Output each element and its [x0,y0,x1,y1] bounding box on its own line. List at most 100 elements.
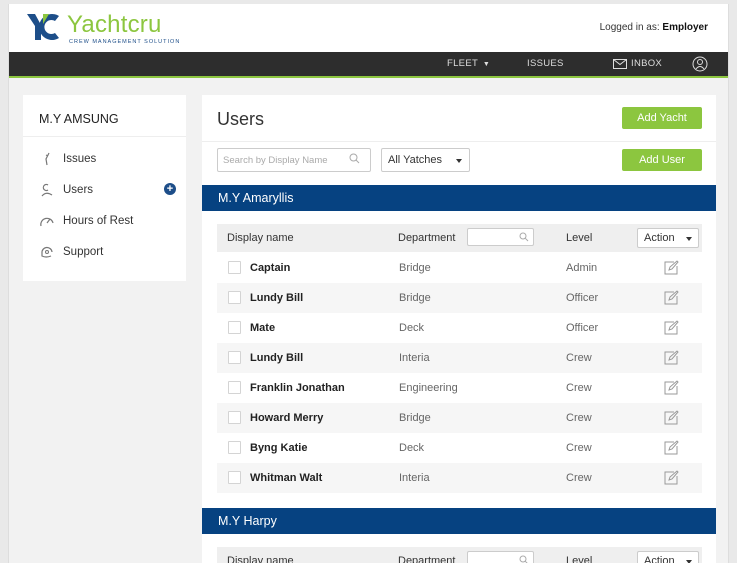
cell-level: Officer [566,322,599,334]
cell-display-name: Captain [250,262,291,274]
chevron-down-icon [686,237,692,241]
caret-down-icon: ▼ [482,61,491,68]
nav-fleet-label: FLEET [447,58,478,69]
user-circle-icon [692,56,708,72]
cell-level: Crew [566,352,592,364]
sidebar-item-users[interactable]: Users + [23,174,186,205]
cell-display-name: Lundy Bill [250,352,304,364]
row-checkbox[interactable] [228,321,241,334]
add-user-button[interactable]: Add User [622,149,702,171]
sidebar: M.Y AMSUNG Issues Users + Hours of Rest [23,95,186,281]
edit-icon[interactable] [663,380,679,396]
login-user: Employer [662,22,708,33]
nav-fleet[interactable]: FLEET ▼ [447,52,490,76]
row-checkbox[interactable] [228,351,241,364]
action-select-label: Action [644,232,675,244]
search-icon [519,232,529,242]
edit-icon[interactable] [663,440,679,456]
column-level: Level [566,232,593,244]
sidebar-item-label: Support [63,245,104,258]
cell-department: Bridge [399,292,431,304]
cell-level: Crew [566,382,592,394]
table-row: Lundy Bill Interia Crew [217,343,702,373]
nav-inbox[interactable]: INBOX [613,52,662,76]
row-checkbox[interactable] [228,381,241,394]
nav-inbox-label: INBOX [631,58,663,69]
headset-icon [37,244,57,260]
cell-display-name: Franklin Jonathan [250,382,345,394]
chevron-down-icon [456,159,462,163]
table-row: Whitman Walt Interia Crew [217,463,702,493]
yacht-filter-select[interactable]: All Yatches [381,148,470,172]
top-nav: FLEET ▼ ISSUES INBOX [9,52,728,78]
brand-logo[interactable]: Yachtcru CREW MANAGEMENT SOLUTION [25,12,180,45]
column-level: Level [566,555,593,563]
cell-display-name: Mate [250,322,276,334]
brand-tagline: CREW MANAGEMENT SOLUTION [69,39,181,45]
login-prefix: Logged in as: [599,22,660,33]
row-checkbox[interactable] [228,291,241,304]
edit-icon[interactable] [663,320,679,336]
cell-department: Bridge [399,412,431,424]
yacht-section-header: M.Y Harpy [202,508,716,534]
sidebar-item-label: Issues [63,152,97,165]
cell-display-name: Lundy Bill [250,292,304,304]
table-row: Byng Katie Deck Crew [217,433,702,463]
login-status: Logged in as: Employer [600,22,708,33]
add-user-plus-icon[interactable]: + [164,183,176,195]
search-icon [519,555,528,563]
row-checkbox[interactable] [228,261,241,274]
edit-icon[interactable] [663,410,679,426]
cell-display-name: Howard Merry [250,412,324,424]
cell-department: Interia [399,352,430,364]
edit-icon[interactable] [663,260,679,276]
table-row: Franklin Jonathan Engineering Crew [217,373,702,403]
main-panel: Users Add Yacht All Yatches Add User M.Y… [202,95,716,563]
column-department: Department [398,232,456,244]
cell-level: Crew [566,472,592,484]
nav-user[interactable] [692,56,708,72]
cell-department: Interia [399,472,430,484]
cell-department: Bridge [399,262,431,274]
sidebar-item-hours-of-rest[interactable]: Hours of Rest [23,205,186,236]
table-row: Mate Deck Officer [217,313,702,343]
divider [202,141,716,142]
sidebar-item-support[interactable]: Support [23,236,186,267]
table-row: Lundy Bill Bridge Officer [217,283,702,313]
table-row: Captain Bridge Admin [217,253,702,283]
user-icon [37,182,57,198]
row-checkbox[interactable] [228,441,241,454]
column-display-name: Display name [227,232,294,244]
sidebar-item-label: Users [63,183,94,196]
department-filter-input[interactable] [467,228,534,246]
row-checkbox[interactable] [228,411,241,424]
action-select[interactable]: Action [637,228,699,248]
column-department: Department [398,555,456,563]
cell-department: Engineering [399,382,458,394]
cell-department: Deck [399,322,425,334]
wrench-icon [37,151,57,167]
edit-icon[interactable] [663,350,679,366]
search-icon [349,153,360,164]
yc-logo-icon [27,14,59,40]
table-header: Display name Department Level Action [217,224,702,252]
column-display-name: Display name [227,555,294,563]
action-select[interactable]: Action [637,551,699,563]
gauge-icon [37,213,57,229]
department-filter-input[interactable] [467,551,534,563]
brand-name: Yachtcru [67,11,162,38]
nav-issues[interactable]: ISSUES [527,52,564,76]
cell-level: Officer [566,292,599,304]
sidebar-item-issues[interactable]: Issues [23,143,186,174]
edit-icon[interactable] [663,290,679,306]
users-table: Captain Bridge Admin Lundy Bill Bridge O… [217,253,702,493]
edit-icon[interactable] [663,470,679,486]
cell-department: Deck [399,442,425,454]
envelope-icon [613,59,627,69]
row-checkbox[interactable] [228,471,241,484]
yacht-filter-value: All Yatches [388,154,443,166]
search-input[interactable] [217,148,371,172]
add-yacht-button[interactable]: Add Yacht [622,107,702,129]
cell-level: Crew [566,412,592,424]
table-row: Howard Merry Bridge Crew [217,403,702,433]
